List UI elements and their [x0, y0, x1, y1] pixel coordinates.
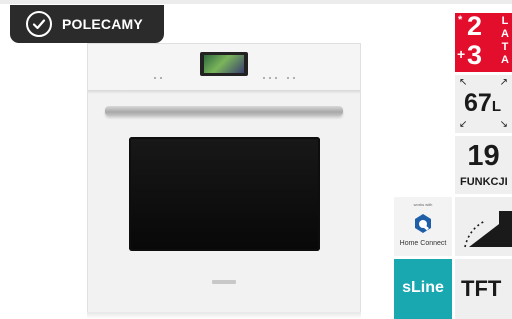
oven-brand-logo	[212, 280, 236, 284]
door-feature-tile	[455, 197, 512, 256]
oven-control-panel	[88, 44, 360, 91]
functions-count: 19	[467, 140, 500, 172]
sline-tile: sLine	[394, 259, 452, 319]
capacity-value: 67L	[464, 89, 501, 117]
home-connect-icon	[415, 214, 431, 233]
oven-handle	[105, 106, 343, 116]
oven-display	[200, 52, 248, 76]
door-opening-icon	[464, 211, 512, 248]
recommended-badge: POLECAMY	[10, 5, 164, 43]
badge-label: POLECAMY	[62, 16, 143, 32]
guarantee-star: *	[458, 14, 463, 26]
home-connect-works-with: works with	[413, 202, 433, 207]
guarantee-unit: LATA	[501, 15, 509, 66]
guarantee-extra-years: 3	[467, 40, 483, 70]
guarantee-plus: +	[457, 46, 466, 62]
tft-display-tile: TFT	[455, 259, 512, 319]
functions-label: FUNKCJI	[460, 176, 508, 188]
checkmark-circle-icon	[26, 11, 52, 37]
capacity-tile: ↖ ↗ ↙ ↘ 67L	[455, 75, 512, 133]
top-divider	[0, 0, 512, 4]
functions-tile: 19 FUNKCJI	[455, 136, 512, 194]
guarantee-tile: * 2 + 3 LATA	[455, 11, 512, 72]
tft-label: TFT	[461, 276, 502, 301]
expand-arrows-icon: ↖	[459, 77, 468, 88]
guarantee-base-years: 2	[467, 11, 483, 41]
oven-product-image[interactable]	[87, 43, 361, 317]
capacity-unit: L	[491, 98, 501, 115]
oven-window	[129, 137, 320, 251]
home-connect-tile: works with Home Connect	[394, 197, 452, 256]
home-connect-label: Home Connect	[399, 240, 447, 247]
sline-label: sLine	[402, 279, 444, 296]
